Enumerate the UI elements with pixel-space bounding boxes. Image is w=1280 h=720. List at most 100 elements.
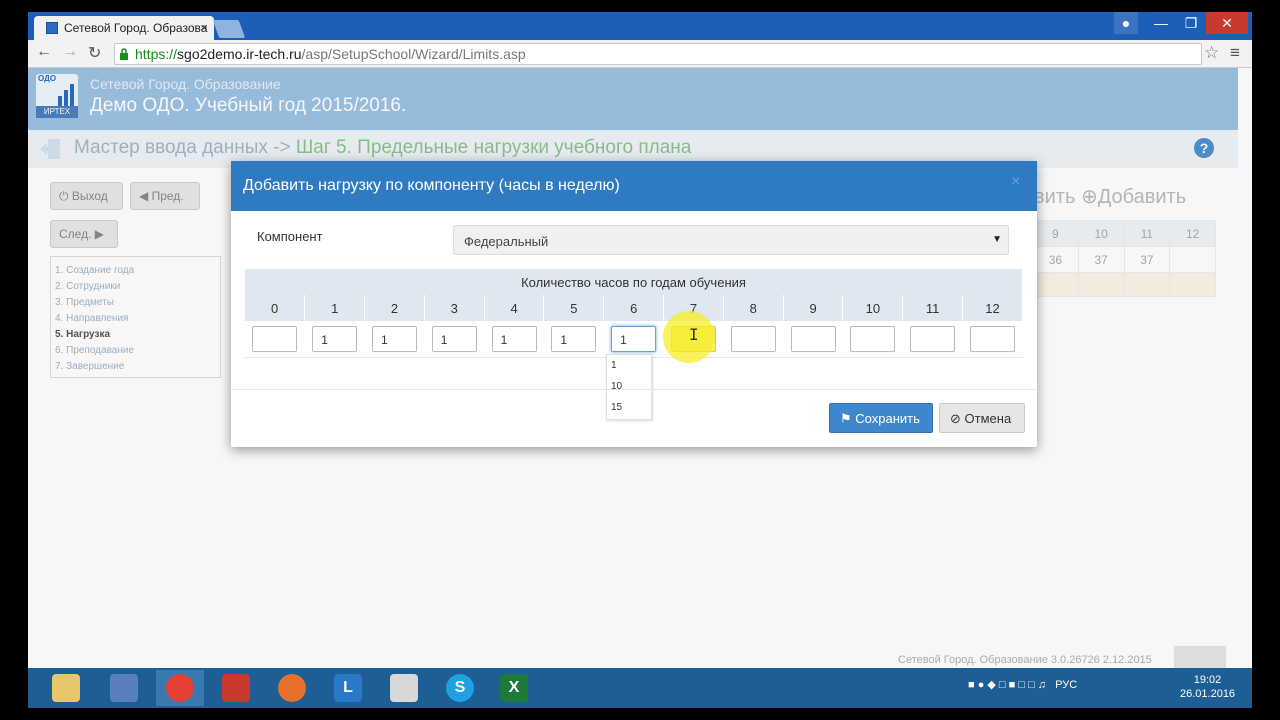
close-window-button[interactable]: ✕ <box>1206 12 1248 34</box>
year-cell <box>902 321 963 358</box>
year-column-header: 1 <box>304 295 366 321</box>
year-cell: 1 <box>543 321 604 358</box>
web-page: ОДО ИРТЕХ Сетевой Город. Образование Дем… <box>28 68 1252 670</box>
taskbar-excel[interactable]: X <box>490 670 538 706</box>
hours-input-year-1[interactable]: 1 <box>312 325 358 352</box>
autocomplete-option[interactable]: 10 <box>607 376 651 397</box>
year-column-header: 6 <box>603 295 665 321</box>
year-cell: 1 <box>304 321 365 358</box>
year-cell: 1 <box>424 321 485 358</box>
chrome-icon <box>166 674 194 702</box>
taskbar-skype[interactable]: S <box>436 670 484 706</box>
user-profile-icon[interactable]: ● <box>1114 12 1138 34</box>
year-column-header: 3 <box>424 295 485 321</box>
forward-arrow-icon[interactable]: → <box>62 43 78 61</box>
dropdown-caret-icon: ▼ <box>992 234 1002 245</box>
year-column-header: 10 <box>842 295 904 321</box>
dialog-title: Добавить нагрузку по компоненту (часы в … <box>243 177 620 194</box>
year-cell <box>723 321 784 358</box>
year-cell: 1 <box>484 321 544 358</box>
hours-input-year-8[interactable] <box>730 325 776 352</box>
lock-icon <box>120 48 128 60</box>
hours-input-year-0[interactable] <box>252 325 298 352</box>
save-label: Сохранить <box>855 411 920 426</box>
taskbar-chrome[interactable] <box>156 670 204 706</box>
save-button[interactable]: ⚑ Сохранить <box>829 403 933 433</box>
cancel-button[interactable]: ⊘ Отмена <box>939 403 1025 433</box>
clock-date: 26.01.2016 <box>1180 688 1236 700</box>
year-cell: 1 <box>603 321 664 358</box>
new-tab-button[interactable] <box>212 20 246 38</box>
year-cell <box>962 321 1023 358</box>
year-column-header: 4 <box>484 295 545 321</box>
taskbar-lync[interactable]: L <box>324 670 372 706</box>
year-column-header: 2 <box>364 295 425 321</box>
folder-icon <box>52 674 80 702</box>
browser-tabstrip: Сетевой Город. Образова × ● — ❐ ✕ <box>28 12 1252 40</box>
component-label: Компонент <box>257 229 323 244</box>
firefox-icon <box>278 674 306 702</box>
reload-icon[interactable]: ↻ <box>88 43 101 63</box>
close-tab-icon[interactable]: × <box>200 20 208 35</box>
taskbar-firefox[interactable] <box>268 670 316 706</box>
hours-input-year-5[interactable]: 1 <box>551 325 597 352</box>
taskbar-window-app[interactable] <box>380 670 428 706</box>
dialog-separator <box>231 389 1037 390</box>
url-path: /asp/SetupSchool/Wizard/Limits.asp <box>301 46 526 62</box>
url-host: sgo2demo.ir-tech.ru <box>177 46 302 62</box>
autocomplete-option[interactable]: 15 <box>607 397 651 418</box>
lync-icon: L <box>334 674 362 702</box>
screen: Сетевой Город. Образова × ● — ❐ ✕ ← → ↻ … <box>28 12 1252 708</box>
hours-input-year-10[interactable] <box>850 325 896 352</box>
hours-input-year-11[interactable] <box>910 325 956 352</box>
browser-menu-icon[interactable]: ≡ <box>1230 43 1240 63</box>
page-footer: Сетевой Город. Образование 3.0.26726 2.1… <box>28 646 1252 670</box>
year-cell <box>842 321 903 358</box>
text-cursor-icon: I <box>689 325 699 344</box>
year-column-header: 7 <box>663 295 724 321</box>
hours-input-year-12[interactable] <box>970 325 1016 352</box>
year-column-header: 5 <box>543 295 605 321</box>
dialog-close-icon[interactable]: × <box>1011 173 1020 191</box>
footer-version: Сетевой Город. Образование 3.0.26726 2.1… <box>898 654 1152 666</box>
tab-title: Сетевой Город. Образова <box>64 21 208 35</box>
footer-button[interactable] <box>1174 646 1226 670</box>
browser-toolbar: ← → ↻ https://sgo2demo.ir-tech.ru/asp/Se… <box>28 40 1252 68</box>
hours-table: Количество часов по годам обучения 01234… <box>245 269 1023 358</box>
language-indicator[interactable]: РУС <box>1055 679 1077 691</box>
system-tray[interactable]: ■ ● ◆ □ ■ □ □ ♫ РУС <box>968 678 1077 691</box>
autocomplete-list: 1 10 15 <box>606 354 652 420</box>
year-cell <box>783 321 843 358</box>
year-column-header: 8 <box>723 295 784 321</box>
autocomplete-option[interactable]: 1 <box>607 355 651 376</box>
url-protocol: https:// <box>135 46 178 62</box>
browser-tab[interactable]: Сетевой Город. Образова × <box>34 16 214 40</box>
back-arrow-icon[interactable]: ← <box>36 43 52 61</box>
year-column-header: 12 <box>962 295 1023 321</box>
taskbar-app-network[interactable] <box>100 670 148 706</box>
component-selected-value: Федеральный <box>464 234 549 249</box>
minimize-window-button[interactable]: — <box>1146 12 1176 34</box>
clock-time: 19:02 <box>1193 674 1222 686</box>
excel-icon: X <box>500 674 528 702</box>
component-select[interactable]: Федеральный ▼ <box>453 225 1009 255</box>
taskbar-explorer[interactable] <box>42 670 90 706</box>
hours-input-year-6[interactable]: 1 <box>611 325 657 352</box>
address-bar[interactable]: https://sgo2demo.ir-tech.ru/asp/SetupSch… <box>114 43 1202 65</box>
bookmark-star-icon[interactable]: ☆ <box>1204 43 1219 63</box>
app-icon <box>222 674 250 702</box>
save-icon: ⚑ <box>840 411 852 426</box>
taskbar: L S X ■ ● ◆ □ ■ □ □ ♫ РУС 19:02 26.01.201… <box>28 668 1252 708</box>
maximize-window-button[interactable]: ❐ <box>1176 12 1206 34</box>
hours-input-year-4[interactable]: 1 <box>491 325 537 352</box>
year-cell <box>245 321 305 358</box>
hours-input-year-9[interactable] <box>790 325 836 352</box>
hours-input-year-3[interactable]: 1 <box>431 325 477 352</box>
network-app-icon <box>110 674 138 702</box>
taskbar-clock[interactable]: 19:02 26.01.2016 <box>1180 673 1235 701</box>
cancel-label: Отмена <box>964 411 1012 426</box>
year-column-header: 11 <box>902 295 964 321</box>
taskbar-app-green[interactable] <box>212 670 260 706</box>
hours-table-caption: Количество часов по годам обучения <box>245 269 1023 295</box>
hours-input-year-2[interactable]: 1 <box>371 325 417 352</box>
